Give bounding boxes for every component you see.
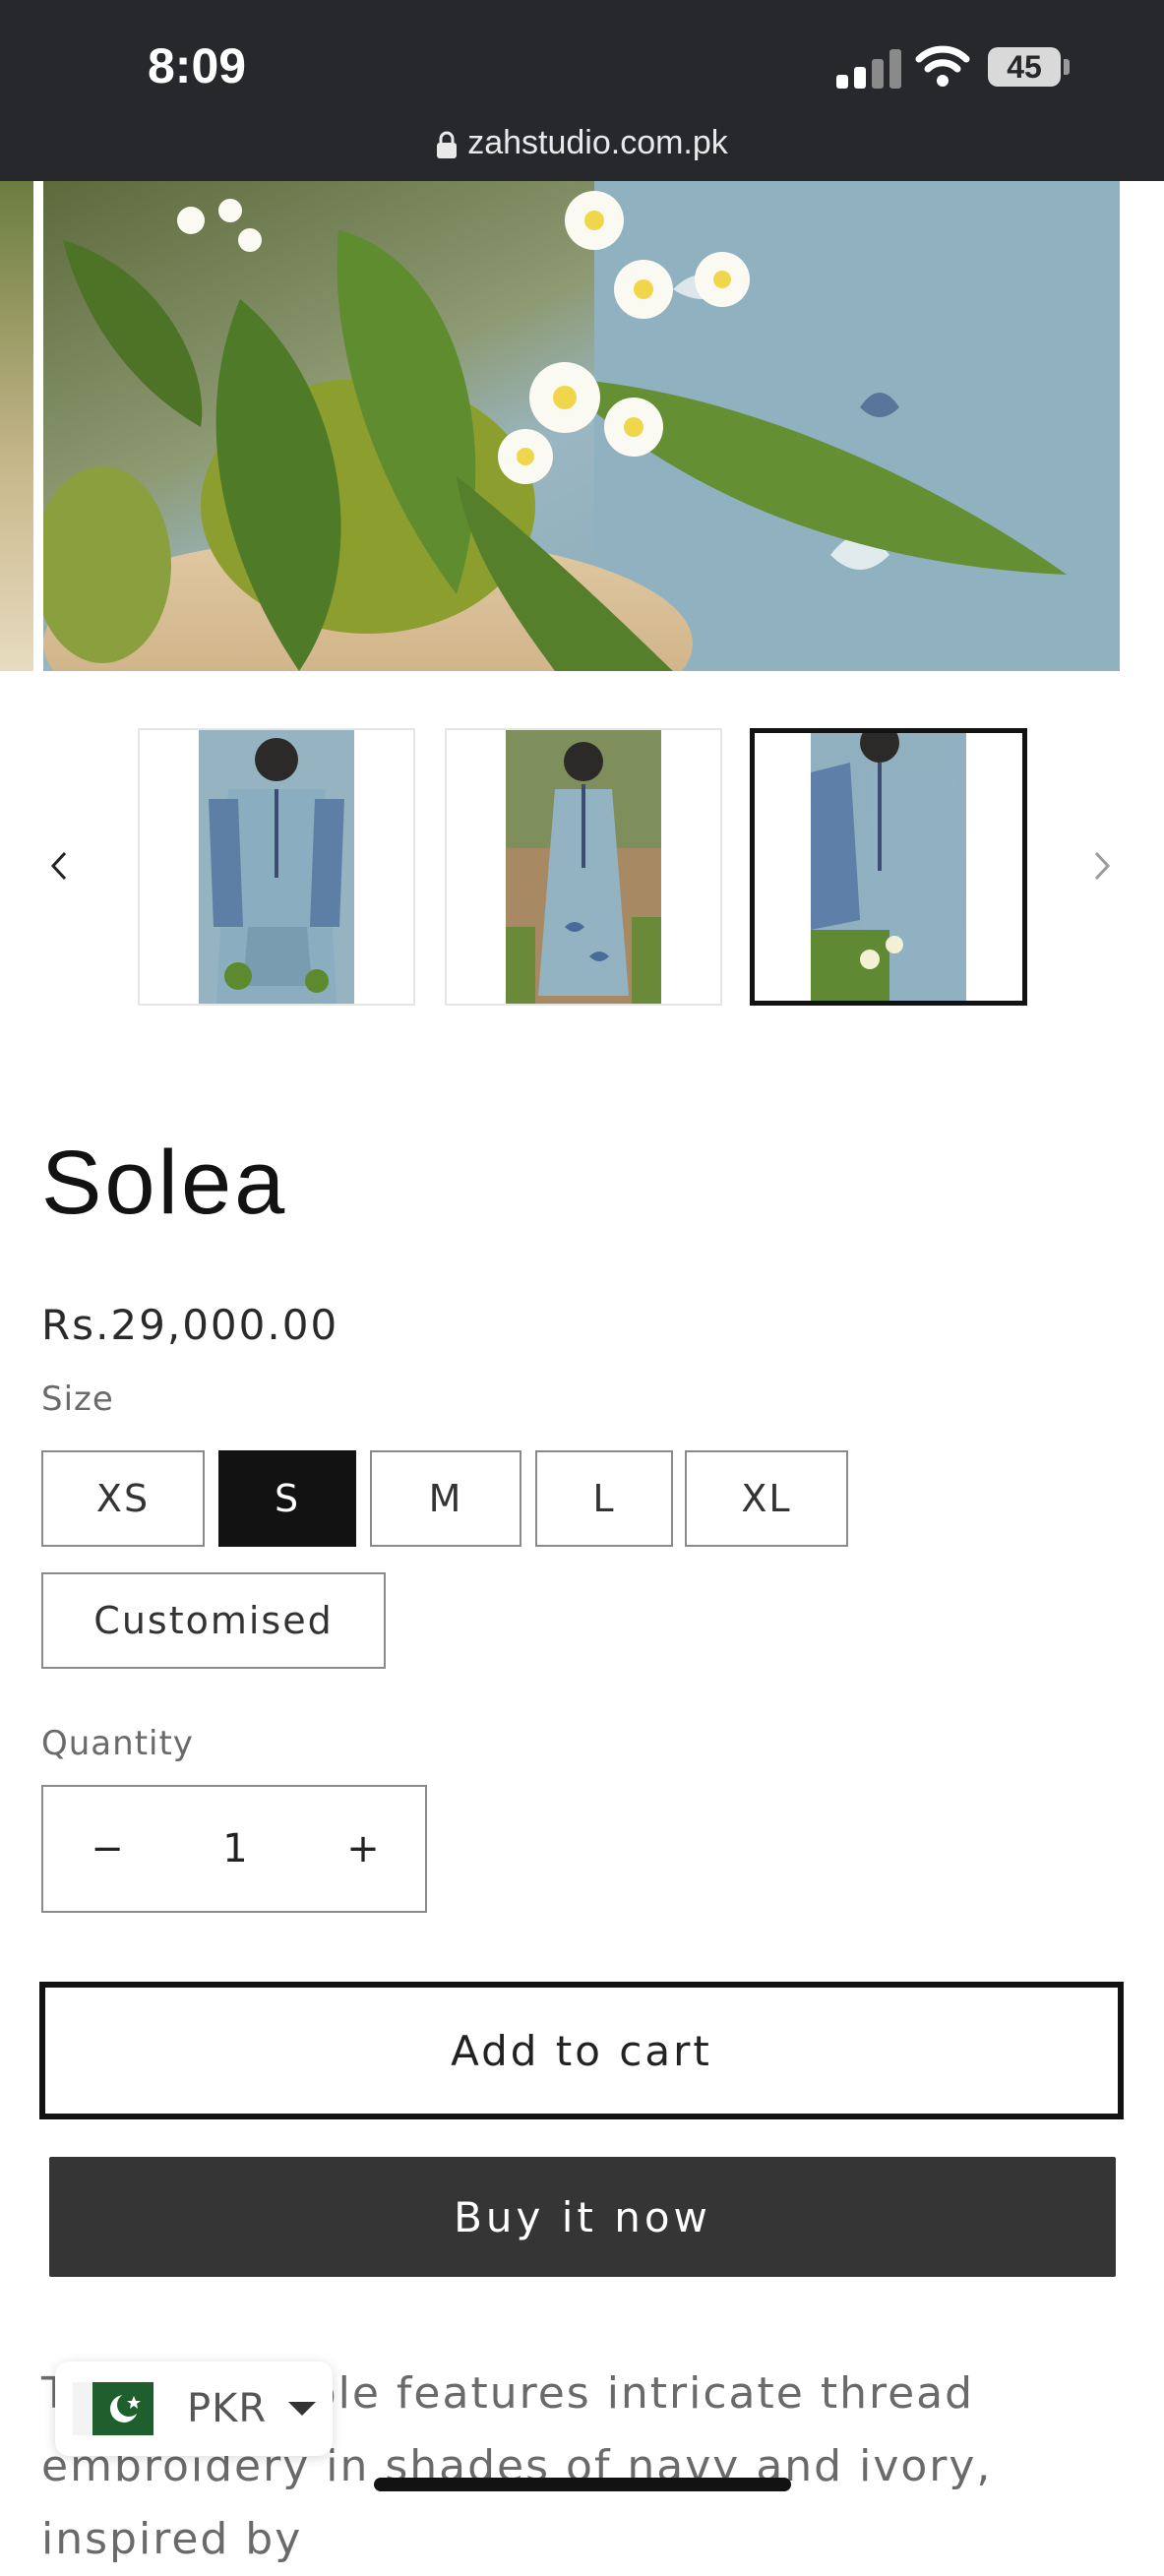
thumbnail-2[interactable] [445, 728, 722, 1006]
size-option-xl[interactable]: XL [685, 1450, 848, 1547]
url-text: zahstudio.com.pk [467, 124, 728, 161]
url-bar[interactable]: zahstudio.com.pk [0, 124, 1164, 162]
chevron-left-icon [50, 851, 67, 881]
caret-down-icon [288, 2402, 317, 2416]
status-time: 8:09 [148, 38, 247, 93]
thumbnail-photo [506, 730, 661, 1004]
buy-it-now-button[interactable]: Buy it now [49, 2157, 1116, 2277]
pakistan-flag-icon [73, 2382, 153, 2435]
browser-top-bar: 8:09 45 zahstudio.com.pk [0, 0, 1164, 181]
product-price: Rs.29,000.00 [41, 1301, 339, 1349]
signal-icon [836, 49, 901, 89]
size-option-customised[interactable]: Customised [41, 1572, 386, 1669]
size-option-l[interactable]: L [535, 1450, 673, 1547]
thumbnail-1[interactable] [138, 728, 415, 1006]
thumbnail-3-selected[interactable] [750, 728, 1027, 1006]
product-main-image[interactable] [0, 181, 1164, 671]
battery-icon: 45 [988, 47, 1061, 87]
lock-icon [437, 131, 458, 159]
gallery-prev-button[interactable] [39, 836, 79, 895]
battery-level: 45 [1007, 49, 1042, 85]
quantity-decrease-button[interactable]: − [43, 1787, 171, 1911]
size-option-xs[interactable]: XS [41, 1450, 205, 1547]
home-indicator [374, 2478, 791, 2491]
add-to-cart-button[interactable]: Add to cart [39, 1982, 1124, 2119]
previous-image-sliver [0, 181, 33, 671]
gallery-next-button[interactable] [1082, 836, 1122, 895]
product-title: Solea [41, 1133, 288, 1233]
currency-code: PKR [187, 2386, 268, 2431]
wifi-icon [915, 45, 970, 87]
quantity-stepper: − 1 + [41, 1785, 427, 1913]
quantity-input[interactable]: 1 [171, 1787, 299, 1911]
thumbnail-photo [811, 733, 966, 1001]
battery-tip [1064, 59, 1070, 75]
hero-photo [43, 181, 1120, 671]
thumbnail-photo [199, 730, 354, 1004]
size-option-m[interactable]: M [370, 1450, 521, 1547]
quantity-label: Quantity [41, 1724, 194, 1763]
chevron-right-icon [1094, 851, 1111, 881]
size-option-s[interactable]: S [218, 1450, 356, 1547]
currency-selector[interactable]: PKR [55, 2361, 333, 2456]
quantity-increase-button[interactable]: + [299, 1787, 427, 1911]
thumbnail-strip [0, 726, 1164, 1012]
size-label: Size [41, 1380, 114, 1419]
